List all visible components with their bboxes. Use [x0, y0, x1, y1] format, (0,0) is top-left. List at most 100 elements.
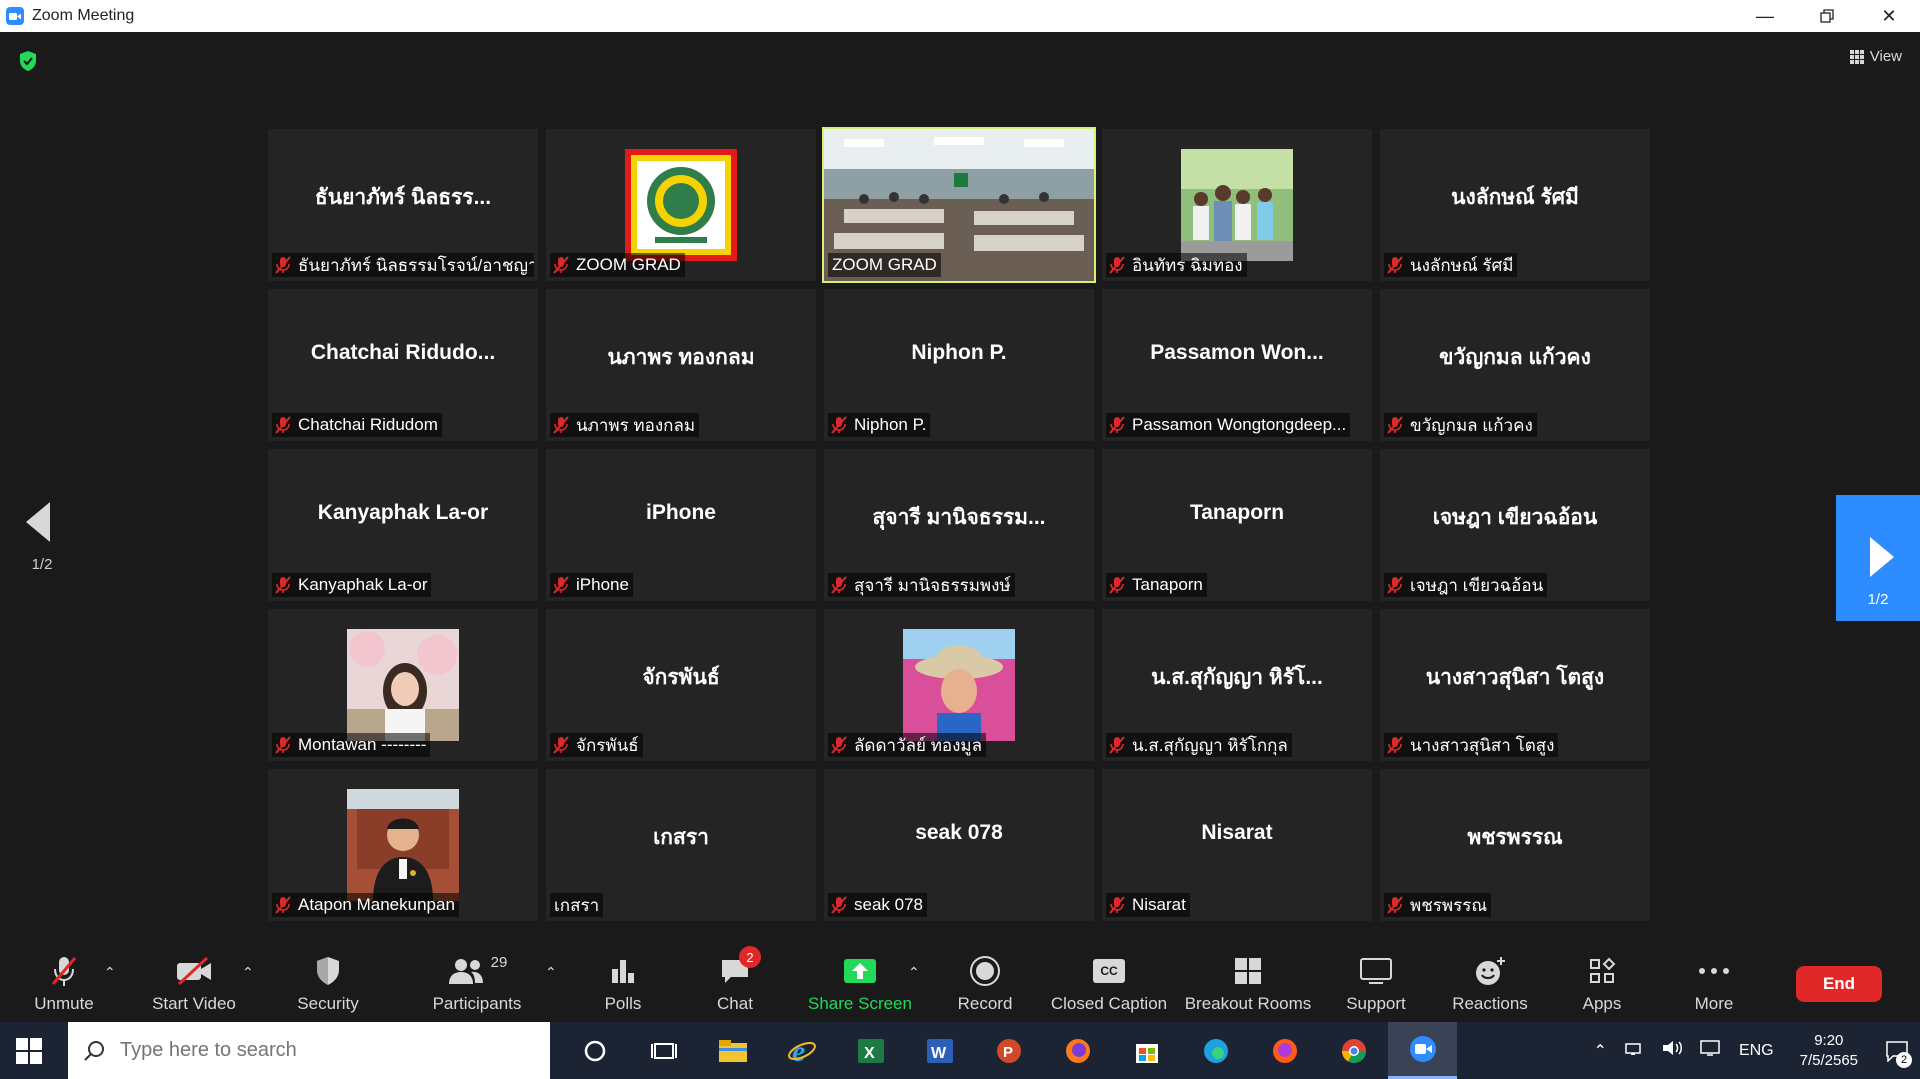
participant-tile[interactable]: Montawan --------: [268, 609, 538, 761]
microsoft-store-icon[interactable]: [1112, 1022, 1181, 1079]
participant-name-text: พชรพรรณ: [1410, 895, 1488, 915]
internet-explorer-icon[interactable]: e: [767, 1022, 836, 1079]
participant-tile[interactable]: น.ส.สุกัญญา หิรัโ... น.ส.สุกัญญา หิรัโกกุ…: [1102, 609, 1372, 761]
reactions-button[interactable]: Reactions: [1448, 942, 1532, 1022]
closed-caption-button[interactable]: CC Closed Caption: [1050, 942, 1168, 1022]
participant-name-label: Kanyaphak La-or: [272, 573, 432, 597]
participant-name-label: Atapon Manekunpan: [272, 893, 459, 917]
support-button[interactable]: Support: [1340, 942, 1412, 1022]
participant-name-text: seak 078: [854, 895, 923, 914]
restore-button[interactable]: [1796, 0, 1858, 32]
participant-tile[interactable]: ลัดดาวัลย์ ทองมูล: [824, 609, 1094, 761]
participant-tile[interactable]: Niphon P. Niphon P.: [824, 289, 1094, 441]
zoom-taskbar-icon[interactable]: [1388, 1022, 1457, 1079]
apps-button[interactable]: Apps: [1566, 942, 1638, 1022]
page-indicator-left: 1/2: [31, 556, 53, 573]
participant-tile[interactable]: Nisarat Nisarat: [1102, 769, 1372, 921]
taskbar-search-box[interactable]: [68, 1022, 550, 1079]
participant-tile[interactable]: พชรพรรณ พชรพรรณ: [1380, 769, 1650, 921]
chrome-icon[interactable]: [1319, 1022, 1388, 1079]
taskbar-clock[interactable]: 9:20 7/5/2565: [1800, 1031, 1858, 1071]
video-options-caret-icon[interactable]: ⌃: [242, 964, 254, 981]
participant-tile[interactable]: สุจารี มานิจธรรม... สุจารี มานิจธรรมพงษ์: [824, 449, 1094, 601]
share-screen-button[interactable]: Share Screen: [808, 942, 912, 1022]
participant-tile[interactable]: ZOOM GRAD: [822, 127, 1096, 283]
network-icon[interactable]: [1625, 1040, 1645, 1061]
display-icon[interactable]: [1699, 1039, 1721, 1062]
firefox-icon[interactable]: [1043, 1022, 1112, 1079]
participant-display-name: Kanyaphak La-or: [317, 501, 489, 524]
participants-options-caret-icon[interactable]: ⌃: [545, 964, 557, 981]
participant-name-text: Atapon Manekunpan: [298, 895, 455, 914]
participant-name-label: ลัดดาวัลย์ ทองมูล: [828, 733, 987, 757]
polls-label: Polls: [604, 994, 642, 1013]
participant-name-text: ขวัญกมล แก้วคง: [1410, 415, 1533, 435]
participant-display-name: นงลักษณ์ รัศมี: [1451, 186, 1579, 209]
cortana-icon[interactable]: [560, 1022, 629, 1079]
firefox-icon-2[interactable]: [1250, 1022, 1319, 1079]
start-video-button[interactable]: Start Video: [148, 942, 240, 1022]
more-button[interactable]: More: [1678, 942, 1750, 1022]
breakout-rooms-label: Breakout Rooms: [1184, 994, 1312, 1013]
participant-tile[interactable]: Kanyaphak La-or Kanyaphak La-or: [268, 449, 538, 601]
notification-count-badge: 2: [1896, 1051, 1912, 1068]
participant-tile[interactable]: อินทัทร ฉิมทอง: [1102, 129, 1372, 281]
share-options-caret-icon[interactable]: ⌃: [908, 964, 920, 981]
svg-text:W: W: [931, 1045, 947, 1062]
muted-microphone-icon: [1108, 576, 1126, 594]
action-center-button[interactable]: 2: [1874, 1040, 1920, 1068]
previous-page-button[interactable]: 1/2: [22, 502, 62, 573]
participant-tile[interactable]: Atapon Manekunpan: [268, 769, 538, 921]
participant-tile[interactable]: ธันยาภัทร์ นิลธรร... ธันยาภัทร์ นิลธรรมโร…: [268, 129, 538, 281]
file-explorer-icon[interactable]: [698, 1022, 767, 1079]
excel-icon[interactable]: X: [836, 1022, 905, 1079]
view-button[interactable]: View: [1849, 48, 1902, 65]
input-language[interactable]: ENG: [1739, 1042, 1774, 1060]
unmute-button[interactable]: Unmute: [26, 942, 102, 1022]
encryption-shield-icon[interactable]: [18, 50, 38, 72]
participant-tile[interactable]: seak 078 seak 078: [824, 769, 1094, 921]
participant-name-label: น.ส.สุกัญญา หิรัโกกุล: [1106, 733, 1292, 757]
word-icon[interactable]: W: [905, 1022, 974, 1079]
close-window-button[interactable]: ✕: [1858, 0, 1920, 32]
end-meeting-button[interactable]: End: [1796, 966, 1882, 1002]
participant-tile[interactable]: เกสรา เกสรา: [546, 769, 816, 921]
audio-options-caret-icon[interactable]: ⌃: [104, 964, 116, 981]
taskbar-search-input[interactable]: [120, 1039, 520, 1062]
view-button-label: View: [1869, 48, 1902, 65]
polls-button[interactable]: Polls: [588, 942, 658, 1022]
volume-icon[interactable]: [1661, 1039, 1683, 1062]
record-button[interactable]: Record: [950, 942, 1020, 1022]
participant-name-label: เกสรา: [550, 893, 604, 917]
show-hidden-icons-chevron-icon[interactable]: ⌃: [1594, 1041, 1607, 1061]
muted-microphone-icon: [830, 736, 848, 754]
participant-tile[interactable]: Passamon Won... Passamon Wongtongdeep...: [1102, 289, 1372, 441]
participant-name-text: เกสรา: [554, 895, 600, 915]
participant-name-text: ลัดดาวัลย์ ทองมูล: [854, 735, 983, 755]
minimize-button[interactable]: —: [1734, 0, 1796, 32]
participant-tile[interactable]: Chatchai Ridudo... Chatchai Ridudom: [268, 289, 538, 441]
participant-tile[interactable]: นงลักษณ์ รัศมี นงลักษณ์ รัศมี: [1380, 129, 1650, 281]
participant-tile[interactable]: นางสาวสุนิสา โตสูง นางสาวสุนิสา โตสูง: [1380, 609, 1650, 761]
participant-tile[interactable]: จักรพันธ์ จักรพันธ์: [546, 609, 816, 761]
participants-button[interactable]: 29 Participants: [428, 942, 526, 1022]
participant-tile[interactable]: Tanaporn Tanaporn: [1102, 449, 1372, 601]
participant-tile[interactable]: นภาพร ทองกลม นภาพร ทองกลม: [546, 289, 816, 441]
windows-start-icon[interactable]: [16, 1038, 42, 1064]
participant-tile[interactable]: ZOOM GRAD: [546, 129, 816, 281]
participant-display-name: Chatchai Ridudo...: [310, 341, 496, 364]
breakout-rooms-button[interactable]: Breakout Rooms: [1184, 942, 1312, 1022]
participant-name-text: Chatchai Ridudom: [298, 415, 438, 434]
participant-name-label: ธันยาภัทร์ นิลธรรมโรจน์/อาชญา: [272, 253, 534, 277]
participant-tile[interactable]: ขวัญกมล แก้วคง ขวัญกมล แก้วคง: [1380, 289, 1650, 441]
task-view-icon[interactable]: [629, 1022, 698, 1079]
next-page-button[interactable]: 1/2: [1836, 495, 1920, 621]
edge-icon[interactable]: [1181, 1022, 1250, 1079]
participant-tile[interactable]: iPhone iPhone: [546, 449, 816, 601]
security-button[interactable]: Security: [290, 942, 366, 1022]
chat-button[interactable]: 2 Chat: [700, 942, 770, 1022]
powerpoint-icon[interactable]: P: [974, 1022, 1043, 1079]
participant-name-label: อินทัทร ฉิมทอง: [1106, 253, 1247, 277]
participant-tile[interactable]: เจษฎา เขียวฉอ้อน เจษฎา เขียวฉอ้อน: [1380, 449, 1650, 601]
participant-name-label: สุจารี มานิจธรรมพงษ์: [828, 573, 1015, 597]
